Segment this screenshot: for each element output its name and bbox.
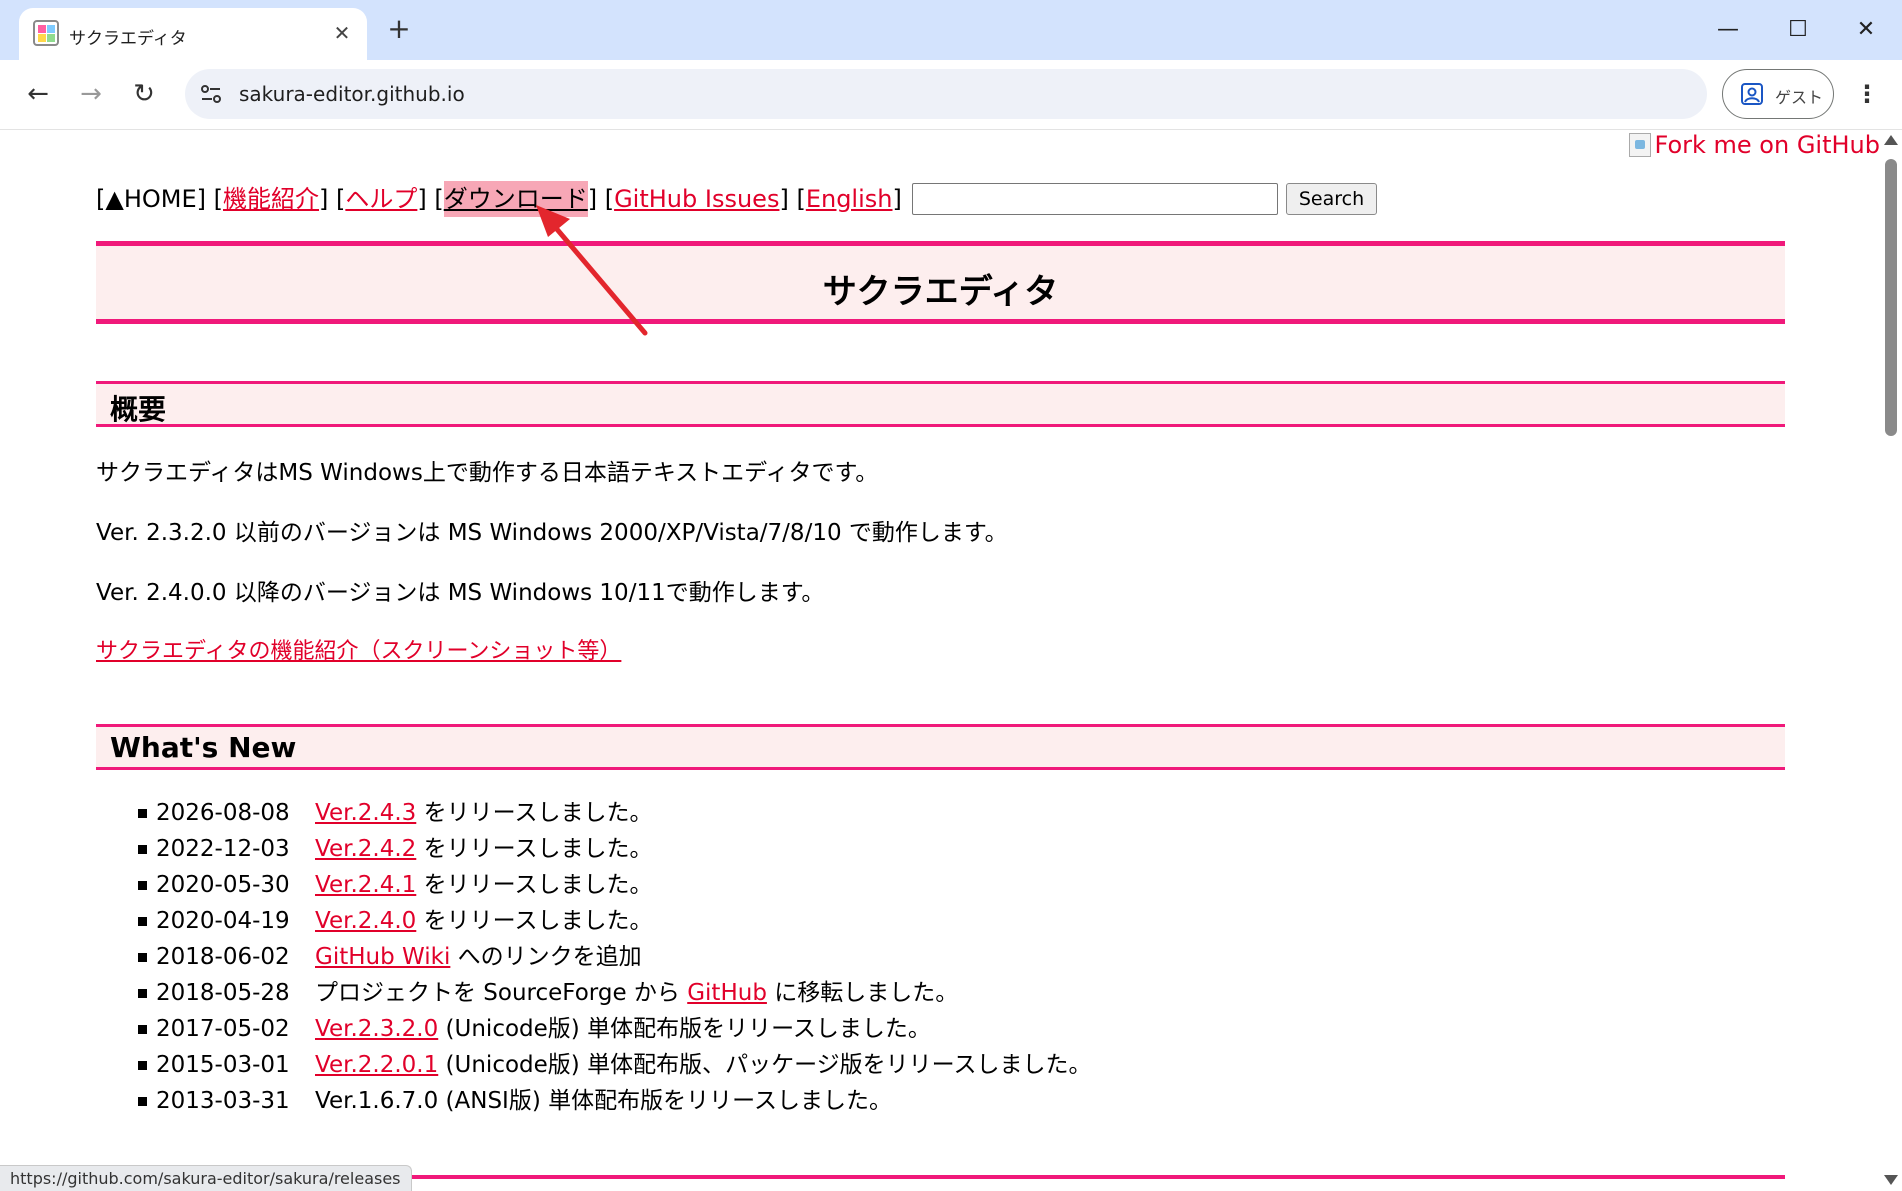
news-text: GitHub Wiki へのリンクを追加	[315, 939, 642, 975]
home-link[interactable]: [▲HOME]	[96, 181, 206, 217]
url-text[interactable]: sakura-editor.github.io	[239, 82, 465, 106]
news-text-post: (Unicode版) 単体配布版をリリースしました。	[438, 1016, 931, 1042]
top-navigation: [▲HOME] [ 機能紹介 ] [ ヘルプ ] [ ダウンロード ] [ Gi…	[96, 181, 1378, 217]
news-text-post: へのリンクを追加	[450, 944, 642, 970]
news-text: Ver.2.4.3 をリリースしました。	[315, 795, 652, 831]
guest-label: ゲスト	[1775, 88, 1824, 107]
browser-tab[interactable]: サクラエディタ ✕	[19, 8, 367, 60]
news-text-post: をリリースしました。	[416, 872, 653, 898]
news-text: Ver.2.4.1 をリリースしました。	[315, 867, 652, 903]
minimize-button[interactable]: —	[1708, 12, 1748, 48]
news-text-pre: プロジェクトを SourceForge から	[315, 980, 688, 1006]
bullet-icon	[138, 989, 147, 998]
guest-profile-button[interactable]: ゲスト	[1722, 69, 1834, 119]
search-button[interactable]: Search	[1285, 183, 1378, 215]
page-viewport: Fork me on GitHub [▲HOME] [ 機能紹介 ] [ ヘルプ…	[0, 131, 1880, 1191]
news-text-post: (Unicode版) 単体配布版、パッケージ版をリリースしました。	[438, 1052, 1092, 1078]
news-link[interactable]: Ver.2.4.3	[315, 800, 416, 826]
title-bar: サクラエディタ ✕ + — ☐ ✕	[0, 0, 1902, 60]
bracket-close: ] [	[417, 185, 444, 213]
news-date: 2013-03-31	[156, 1088, 290, 1114]
overview-heading: 概要	[110, 393, 167, 426]
news-text-post: に移転しました。	[766, 980, 959, 1006]
status-bar-url: https://github.com/sakura-editor/sakura/…	[0, 1165, 412, 1191]
features-screenshot-link[interactable]: サクラエディタの機能紹介（スクリーンショット等）	[96, 639, 621, 664]
news-date: 2015-03-01	[156, 1052, 290, 1078]
bullet-icon	[138, 845, 147, 854]
search-input[interactable]	[911, 183, 1278, 215]
broken-image-icon	[1628, 133, 1651, 157]
back-button[interactable]: ←	[18, 74, 58, 114]
bullet-icon	[138, 809, 147, 818]
news-link[interactable]: Ver.2.4.2	[315, 836, 416, 862]
scrollbar-thumb[interactable]	[1885, 159, 1897, 436]
tab-close-icon[interactable]: ✕	[331, 22, 353, 44]
scroll-down-icon[interactable]	[1884, 1175, 1898, 1185]
features-screenshot-link-row: サクラエディタの機能紹介（スクリーンショット等）	[96, 633, 621, 665]
news-text: Ver.2.2.0.1 (Unicode版) 単体配布版、パッケージ版をリリース…	[315, 1047, 1091, 1083]
news-text: プロジェクトを SourceForge から GitHub に移転しました。	[315, 975, 958, 1011]
news-text-post: をリリースしました。	[416, 836, 653, 862]
bullet-icon	[138, 1097, 147, 1106]
maximize-button[interactable]: ☐	[1778, 12, 1818, 48]
nav-help-link[interactable]: ヘルプ	[345, 181, 417, 217]
window-close-button[interactable]: ✕	[1846, 12, 1886, 48]
news-link[interactable]: Ver.2.4.0	[315, 908, 416, 934]
fork-text: Fork me on GitHub	[1654, 131, 1881, 159]
news-link[interactable]: Ver.2.2.0.1	[315, 1052, 438, 1078]
overview-paragraph-3: Ver. 2.4.0.0 以降のバージョンは MS Windows 10/11で…	[96, 580, 825, 606]
news-link[interactable]: Ver.2.4.1	[315, 872, 416, 898]
bracket-close: ] [	[779, 185, 806, 213]
news-text-post: をリリースしました。	[416, 908, 653, 934]
whats-new-heading: What's New	[110, 731, 297, 764]
bracket-close: ]	[892, 185, 902, 213]
scroll-up-icon[interactable]	[1884, 135, 1898, 145]
sakura-favicon-icon	[33, 20, 59, 46]
nav-features-link[interactable]: 機能紹介	[223, 181, 319, 217]
overview-paragraph-1: サクラエディタはMS Windows上で動作する日本語テキストエディタです。	[96, 460, 879, 486]
news-date: 2020-05-30	[156, 872, 290, 898]
tab-title: サクラエディタ	[69, 29, 187, 49]
browser-toolbar: ← → ↻ sakura-editor.github.io ゲスト ⋮	[0, 60, 1902, 130]
nav-english-link[interactable]: English	[806, 181, 893, 217]
news-link[interactable]: Ver.2.3.2.0	[315, 1016, 438, 1042]
bullet-icon	[138, 881, 147, 890]
news-text-post: をリリースしました。	[416, 800, 653, 826]
news-text-pre: Ver.1.6.7.0 (ANSI版) 単体配布版をリリースしました。	[315, 1088, 892, 1114]
bullet-icon	[138, 917, 147, 926]
news-date: 2017-05-02	[156, 1016, 290, 1042]
address-bar[interactable]: sakura-editor.github.io	[185, 69, 1707, 119]
news-date: 2018-05-28	[156, 980, 290, 1006]
bullet-icon	[138, 1061, 147, 1070]
news-link[interactable]: GitHub Wiki	[315, 944, 450, 970]
bullet-icon	[138, 953, 147, 962]
news-date: 2022-12-03	[156, 836, 290, 862]
news-text: Ver.1.6.7.0 (ANSI版) 単体配布版をリリースしました。	[315, 1083, 892, 1119]
page-title: サクラエディタ	[822, 272, 1059, 312]
site-settings-icon[interactable]	[199, 82, 223, 106]
news-link[interactable]: GitHub	[687, 980, 767, 1006]
profile-icon	[1741, 83, 1763, 105]
news-date: 2018-06-02	[156, 944, 290, 970]
news-date: 2026-08-08	[156, 800, 290, 826]
annotation-arrow-icon	[536, 205, 648, 336]
fork-me-on-github-link[interactable]: Fork me on GitHub	[1628, 131, 1881, 159]
news-text: Ver.2.3.2.0 (Unicode版) 単体配布版をリリースしました。	[315, 1011, 931, 1047]
bracket-open: [	[206, 185, 223, 213]
bracket-close: ] [	[319, 185, 346, 213]
title-banner: サクラエディタ	[96, 241, 1785, 324]
overview-paragraph-2: Ver. 2.3.2.0 以前のバージョンは MS Windows 2000/X…	[96, 520, 1008, 546]
forward-button[interactable]: →	[71, 74, 111, 114]
news-text: Ver.2.4.2 をリリースしました。	[315, 831, 652, 867]
whats-new-heading-bar: What's New	[96, 724, 1785, 770]
bullet-icon	[138, 1025, 147, 1034]
new-tab-button[interactable]: +	[384, 14, 414, 44]
reload-button[interactable]: ↻	[124, 74, 164, 114]
overview-heading-bar: 概要	[96, 381, 1785, 427]
news-text: Ver.2.4.0 をリリースしました。	[315, 903, 652, 939]
browser-menu-icon[interactable]: ⋮	[1852, 74, 1882, 114]
vertical-scrollbar[interactable]	[1880, 131, 1902, 1191]
news-date: 2020-04-19	[156, 908, 290, 934]
